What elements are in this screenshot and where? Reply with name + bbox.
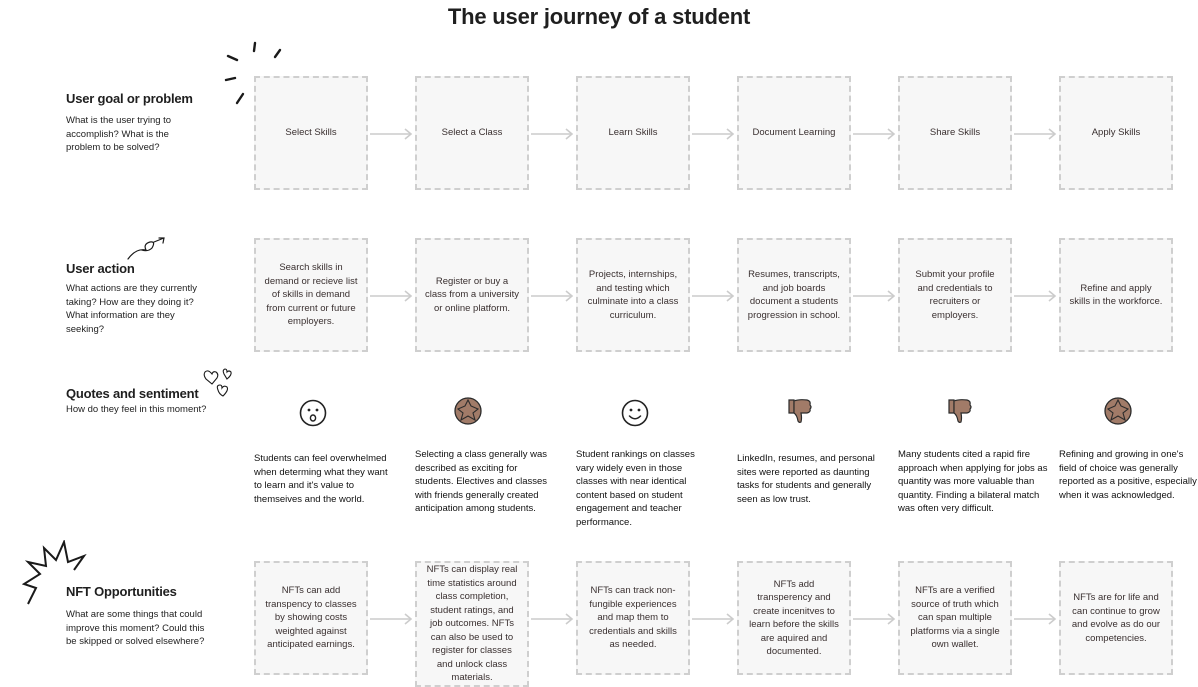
row-heading: Quotes and sentiment <box>66 386 199 401</box>
row-description: What actions are they currently taking? … <box>66 283 197 335</box>
goal-card: Share Skills <box>898 76 1012 190</box>
nft-card: NFTs are for life and can continue to gr… <box>1059 561 1173 675</box>
thumbs-down-icon <box>785 396 815 426</box>
sentiment-quote: Refining and growing in one's field of c… <box>1059 449 1197 501</box>
burst-doodle-icon <box>21 538 88 613</box>
goal-card: Select a Class <box>415 76 529 190</box>
row-label-goal: User goal or problem What is the user tr… <box>66 91 216 155</box>
row-description: What is the user trying to accomplish? W… <box>66 115 172 153</box>
sentiment-quote: Many students cited a rapid fire approac… <box>898 449 1048 514</box>
goal-card: Apply Skills <box>1059 76 1173 190</box>
row-label-action: User action What actions are they curren… <box>66 261 216 336</box>
surprised-face-icon <box>298 398 328 428</box>
goal-card: Learn Skills <box>576 76 690 190</box>
smiling-face-icon <box>620 398 650 428</box>
thumbs-down-icon <box>945 396 975 426</box>
nft-card: NFTs can track non-fungible experiences … <box>576 561 690 675</box>
row-description: What are some things that could improve … <box>66 609 205 647</box>
row-heading: NFT Opportunities <box>66 584 177 599</box>
row-description: How do they feel in this moment? <box>66 404 207 415</box>
connector-arrow-icon <box>853 128 896 140</box>
connector-arrow-icon <box>531 128 574 140</box>
nft-card: NFTs can add transpency to classes by sh… <box>254 561 368 675</box>
connector-arrow-icon <box>531 613 574 625</box>
star-badge-icon <box>453 396 483 426</box>
nft-card: NFTs add transperency and create incenit… <box>737 561 851 675</box>
star-badge-icon <box>1103 396 1133 426</box>
sentiment-quote: Students can feel overwhelmed when deter… <box>254 453 388 505</box>
goal-card: Document Learning <box>737 76 851 190</box>
connector-arrow-icon <box>1014 290 1057 302</box>
connector-arrow-icon <box>1014 613 1057 625</box>
action-card: Projects, internships, and testing which… <box>576 238 690 352</box>
connector-arrow-icon <box>370 128 413 140</box>
connector-arrow-icon <box>370 290 413 302</box>
sentiment-quote: Selecting a class generally was describe… <box>415 449 548 514</box>
connector-arrow-icon <box>370 613 413 625</box>
connector-arrow-icon <box>692 613 735 625</box>
sentiment-quote: LinkedIn, resumes, and personal sites we… <box>737 453 875 505</box>
connector-arrow-icon <box>853 290 896 302</box>
hearts-doodle-icon <box>202 366 236 405</box>
arrow-doodle-icon <box>126 236 168 267</box>
row-label-quotes: Quotes and sentiment How do they feel in… <box>66 386 216 417</box>
sparkle-doodle-icon <box>222 40 292 115</box>
nft-card: NFTs can display real time statistics ar… <box>415 561 529 687</box>
connector-arrow-icon <box>692 128 735 140</box>
nft-card: NFTs are a verified source of truth whic… <box>898 561 1012 675</box>
action-card: Register or buy a class from a universit… <box>415 238 529 352</box>
action-card: Refine and apply skills in the workforce… <box>1059 238 1173 352</box>
connector-arrow-icon <box>692 290 735 302</box>
row-label-nft: NFT Opportunities What are some things t… <box>66 584 216 649</box>
action-card: Search skills in demand or recieve list … <box>254 238 368 352</box>
action-card: Submit your profile and credentials to r… <box>898 238 1012 352</box>
action-card: Resumes, transcripts, and job boards doc… <box>737 238 851 352</box>
connector-arrow-icon <box>531 290 574 302</box>
row-heading: User goal or problem <box>66 91 193 106</box>
page-title: The user journey of a student <box>447 4 751 29</box>
connector-arrow-icon <box>853 613 896 625</box>
sentiment-quote: Student rankings on classes vary widely … <box>576 449 695 528</box>
connector-arrow-icon <box>1014 128 1057 140</box>
